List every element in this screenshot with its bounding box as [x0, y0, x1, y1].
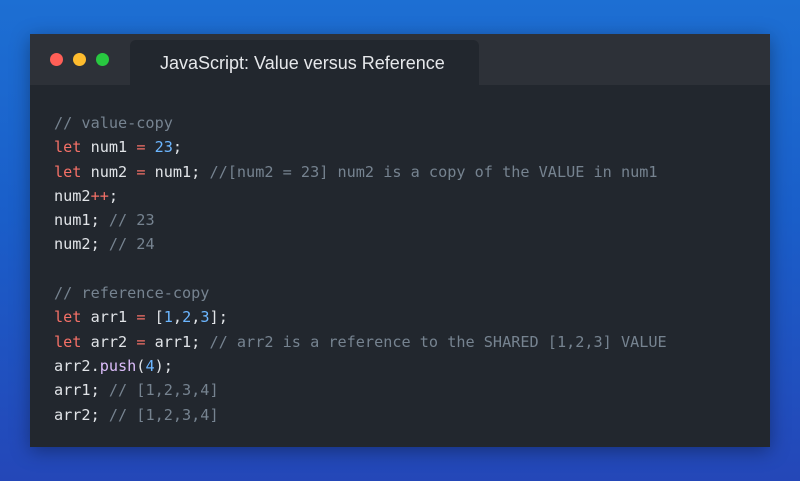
keyword-token: let	[54, 332, 82, 351]
comment-token: //[num2 = 23] num2 is a copy of the VALU…	[209, 162, 658, 181]
code-line: let arr2 = arr1; // arr2 is a reference …	[54, 330, 764, 354]
number-token: 2	[182, 308, 192, 327]
number-token: 4	[145, 356, 155, 375]
comment-token: // reference-copy	[54, 284, 210, 303]
text-token: arr2;	[54, 405, 109, 424]
code-editor[interactable]: // value-copy let num1 = 23; let num2 = nu…	[54, 111, 764, 427]
text-token: [	[145, 308, 164, 327]
keyword-token: let	[54, 138, 82, 157]
text-token: num1	[81, 138, 137, 157]
code-line: // value-copy	[54, 111, 764, 135]
comment-token: // 23	[108, 211, 155, 230]
text-token: arr1	[81, 308, 137, 327]
text-token: arr1;	[145, 332, 210, 351]
text-token: ,	[172, 308, 183, 327]
keyword-token: let	[54, 308, 82, 327]
number-token: 3	[200, 308, 210, 327]
comment-token: // arr2 is a reference to the SHARED [1,…	[209, 332, 667, 351]
text-token: ;	[108, 186, 119, 205]
text-token: num2	[81, 162, 137, 181]
code-line: // reference-copy	[54, 281, 764, 305]
number-token: 1	[163, 308, 173, 327]
comment-token: // value-copy	[54, 114, 173, 132]
operator-token: ++	[90, 186, 109, 205]
code-line: arr2.push(4);	[54, 354, 764, 378]
code-line: let arr1 = [1,2,3];	[54, 305, 764, 329]
comment-token: // [1,2,3,4]	[108, 381, 219, 400]
number-token: 23	[154, 138, 173, 157]
text-token: arr2	[81, 332, 137, 351]
title-bar: JavaScript: Value versus Reference	[30, 34, 770, 85]
code-window: JavaScript: Value versus Reference // va…	[30, 34, 770, 447]
close-button[interactable]	[50, 53, 63, 66]
text-token: num1;	[145, 162, 210, 181]
text-token: );	[154, 356, 173, 375]
keyword-token: let	[54, 162, 82, 181]
code-line: let num1 = 23;	[54, 135, 764, 159]
code-line: arr2; // [1,2,3,4]	[54, 403, 764, 427]
minimize-button[interactable]	[73, 53, 86, 66]
code-line: num2++;	[54, 184, 764, 208]
comment-token: // [1,2,3,4]	[108, 405, 219, 424]
comment-token: // 24	[108, 235, 155, 254]
text-token: ];	[209, 308, 228, 327]
function-token: push	[99, 356, 137, 375]
text-token: num2;	[54, 235, 109, 254]
text-token: ;	[172, 138, 183, 157]
text-token: arr1;	[54, 381, 109, 400]
text-token: num2	[54, 186, 91, 205]
text-token: arr2.	[54, 356, 100, 375]
maximize-button[interactable]	[96, 53, 109, 66]
tab-active[interactable]: JavaScript: Value versus Reference	[130, 40, 479, 85]
text-token: num1;	[54, 211, 109, 230]
code-line: arr1; // [1,2,3,4]	[54, 378, 764, 402]
code-line: num2; // 24	[54, 232, 764, 256]
tab-title: JavaScript: Value versus Reference	[160, 53, 445, 73]
code-line: num1; // 23	[54, 208, 764, 232]
code-line: let num2 = num1; //[num2 = 23] num2 is a…	[54, 160, 764, 184]
